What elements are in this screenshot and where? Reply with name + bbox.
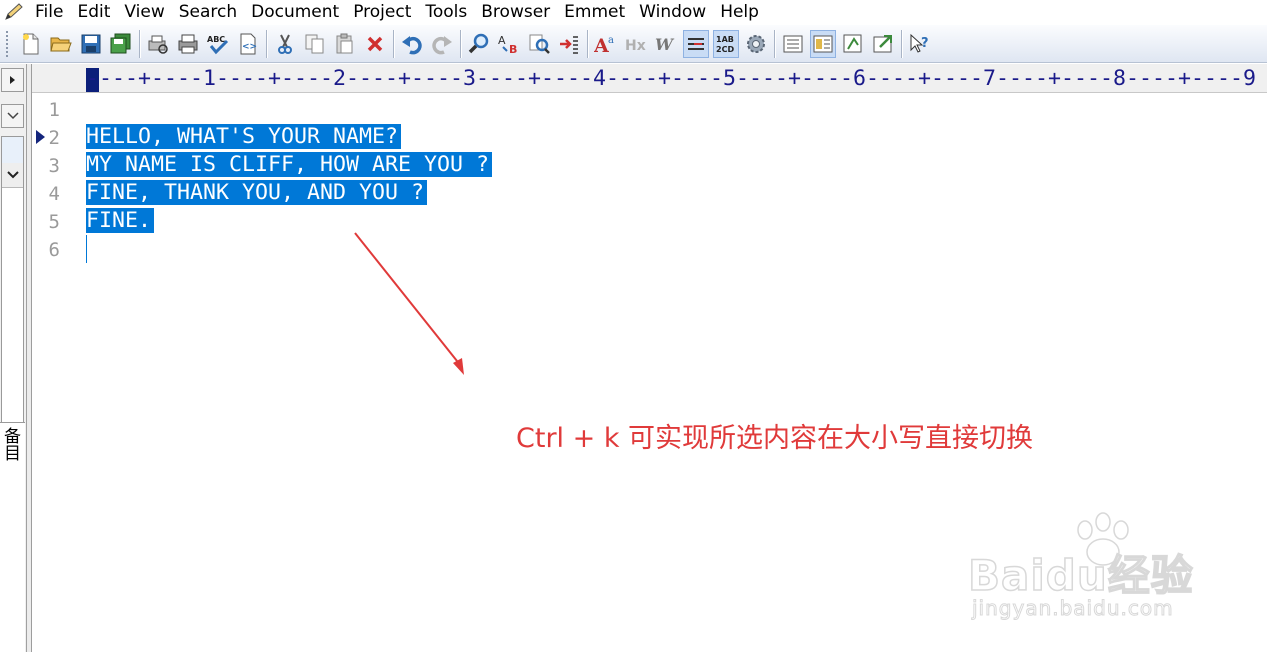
menu-emmet[interactable]: Emmet (557, 1, 632, 23)
code-line[interactable]: FINE. (86, 208, 155, 234)
code-line[interactable]: MY NAME IS CLIFF, HOW ARE YOU ? (86, 152, 493, 178)
new-file-icon[interactable] (18, 30, 44, 58)
chevron-down-icon (6, 112, 19, 120)
panel-list[interactable] (1, 136, 24, 456)
annotation-text: Ctrl + k 可实现所选内容在大小写直接切换 (516, 423, 1034, 454)
menu-browser[interactable]: Browser (474, 1, 557, 23)
print-icon[interactable] (175, 30, 201, 58)
watermark-brand: Baidu经验 (967, 550, 1194, 601)
selected-text: FINE. (86, 208, 155, 233)
menu-tools[interactable]: Tools (418, 1, 474, 23)
code-line[interactable]: FINE, THANK YOU, AND YOU ? (86, 180, 428, 206)
copy-icon[interactable] (302, 30, 328, 58)
menu-window[interactable]: Window (632, 1, 713, 23)
menu-view[interactable]: View (117, 1, 171, 23)
svg-text:1AB: 1AB (716, 35, 734, 44)
menu-project[interactable]: Project (346, 1, 418, 23)
font-size-icon[interactable]: Aa (593, 30, 619, 58)
replace-icon[interactable]: AB (496, 30, 522, 58)
menu-document[interactable]: Document (244, 1, 346, 23)
svg-text:A: A (498, 34, 506, 47)
panel-expand-button[interactable] (1, 68, 24, 92)
menu-search[interactable]: Search (172, 1, 244, 23)
svg-text:2CD: 2CD (716, 45, 734, 54)
menu-file[interactable]: File (28, 1, 70, 23)
settings-gear-icon[interactable] (743, 30, 769, 58)
panel-list-selection[interactable] (2, 137, 23, 163)
menu-help[interactable]: Help (713, 1, 766, 23)
find-in-files-icon[interactable] (526, 30, 552, 58)
show-spaces-icon[interactable] (683, 29, 709, 58)
indent-icon[interactable] (556, 30, 582, 58)
svg-text:<>: <> (242, 42, 257, 52)
redo-icon[interactable] (429, 30, 455, 58)
svg-text:a: a (608, 35, 614, 46)
undo-icon[interactable] (399, 30, 425, 58)
svg-text:B: B (509, 43, 517, 55)
toolbar-separator (393, 29, 394, 58)
line-number: 4 (48, 183, 60, 205)
line-number: 6 (48, 239, 60, 261)
save-icon[interactable] (78, 30, 104, 58)
line-number: 1 (48, 99, 60, 121)
print-preview-icon[interactable] (145, 30, 171, 58)
toolbar-separator (774, 29, 775, 58)
text-caret (86, 235, 87, 263)
line-number: 2 (48, 127, 60, 149)
cut-icon[interactable] (272, 30, 298, 58)
line-number: 5 (48, 211, 60, 233)
svg-text:?: ? (921, 36, 929, 51)
toolbar-separator (901, 29, 902, 58)
word-wrap-icon[interactable]: W (653, 30, 679, 58)
svg-text:W: W (655, 35, 675, 54)
code-line[interactable]: HELLO, WHAT'S YOUR NAME? (86, 124, 402, 150)
toolbar-grip[interactable] (6, 30, 12, 57)
column-ruler: ----+----1----+----2----+----3----+----4… (32, 64, 1267, 93)
watermark-url: jingyan.baidu.com (972, 596, 1174, 621)
open-folder-icon[interactable] (48, 30, 74, 58)
svg-text:Hx: Hx (625, 38, 646, 54)
help-pointer-icon[interactable]: ? (907, 30, 933, 58)
paste-icon[interactable] (332, 30, 358, 58)
clip-library-icon[interactable] (810, 29, 836, 58)
window-list-icon[interactable] (780, 30, 806, 58)
toolbar-separator (266, 29, 267, 58)
line-number: 3 (48, 155, 60, 177)
chevron-down-icon (6, 171, 19, 179)
menu-edit[interactable]: Edit (70, 1, 117, 23)
browser-view-icon[interactable] (870, 30, 896, 58)
toolbar-separator (139, 29, 140, 58)
side-panel: 备目 (0, 64, 27, 653)
find-icon[interactable] (466, 30, 492, 58)
caret-right-icon (9, 76, 15, 84)
selected-text: FINE, THANK YOU, AND YOU ? (86, 180, 428, 205)
spellcheck-icon[interactable]: ABC (205, 30, 231, 58)
panel-list-dropdown[interactable] (2, 163, 23, 188)
selected-text: MY NAME IS CLIFF, HOW ARE YOU ? (86, 152, 493, 177)
toolbar: ABC <> AB Aa Hx W 1AB 2CD ? (0, 25, 1267, 63)
pencil-icon (0, 1, 28, 23)
line-numbers-icon[interactable]: 1AB 2CD (713, 29, 739, 58)
ruler-scale: ----+----1----+----2----+----3----+----4… (86, 66, 1257, 91)
output-window-icon[interactable] (840, 30, 866, 58)
svg-text:A: A (594, 35, 609, 55)
heading-icon[interactable]: Hx (623, 30, 649, 58)
svg-text:ABC: ABC (207, 35, 225, 44)
panel-tab-label: 备目 (0, 427, 20, 461)
toolbar-separator (587, 29, 588, 58)
watermark: Baidu经验 jingyan.baidu.com (967, 512, 1208, 632)
html-preview-icon[interactable]: <> (235, 30, 261, 58)
panel-tab[interactable]: 备目 (0, 422, 25, 653)
delete-icon[interactable] (362, 30, 388, 58)
save-all-icon[interactable] (108, 30, 134, 58)
panel-dropdown-button[interactable] (1, 104, 24, 128)
toolbar-separator (460, 29, 461, 58)
menu-bar: File Edit View Search Document Project T… (0, 0, 1267, 24)
selected-text: HELLO, WHAT'S YOUR NAME? (86, 124, 402, 149)
